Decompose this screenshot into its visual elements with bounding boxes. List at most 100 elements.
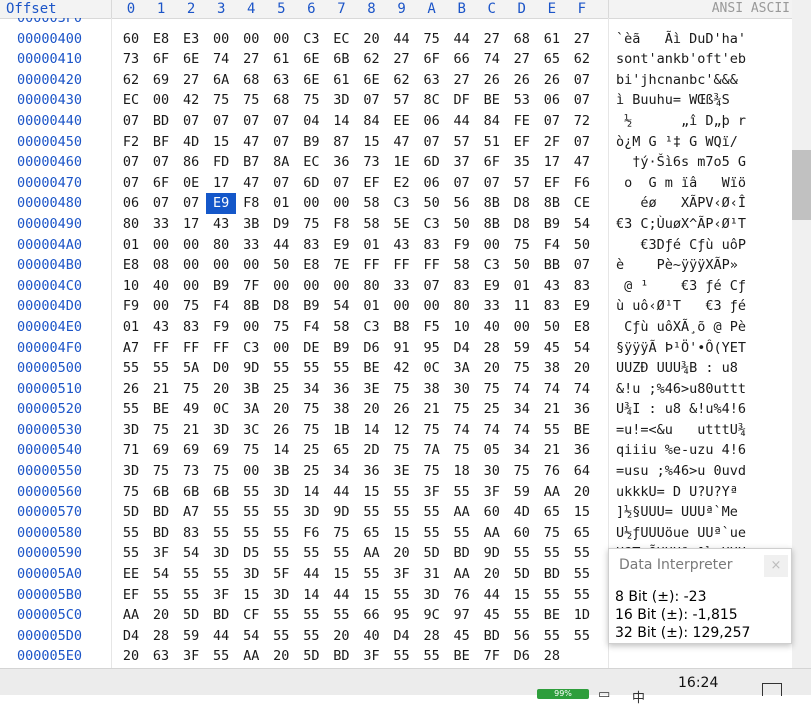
hex-byte[interactable]: 3B bbox=[236, 379, 266, 400]
hex-byte[interactable]: 3E bbox=[387, 461, 417, 482]
hex-byte[interactable]: 6B bbox=[326, 49, 356, 70]
hex-byte[interactable]: 04 bbox=[296, 111, 326, 132]
hex-byte[interactable]: 75 bbox=[417, 420, 447, 441]
hex-byte[interactable]: 80 bbox=[356, 276, 386, 297]
hex-byte[interactable]: 01 bbox=[266, 193, 296, 214]
hex-byte[interactable]: FF bbox=[176, 338, 206, 359]
hex-byte[interactable]: 00 bbox=[146, 90, 176, 111]
hex-byte[interactable]: 75 bbox=[176, 379, 206, 400]
hex-byte[interactable]: 8B bbox=[236, 296, 266, 317]
hex-byte[interactable]: 6F bbox=[146, 49, 176, 70]
hex-byte[interactable]: 36 bbox=[356, 461, 386, 482]
hex-byte[interactable]: 55 bbox=[567, 626, 597, 647]
hex-byte[interactable]: 3B bbox=[236, 214, 266, 235]
hex-byte[interactable]: F9 bbox=[206, 317, 236, 338]
hex-byte[interactable]: 55 bbox=[387, 585, 417, 606]
hex-byte[interactable]: 5D bbox=[176, 605, 206, 626]
hex-byte[interactable]: 20 bbox=[567, 482, 597, 503]
hex-byte[interactable]: 75 bbox=[146, 420, 176, 441]
hex-byte[interactable]: 62 bbox=[387, 70, 417, 91]
hex-byte[interactable]: 6B bbox=[176, 482, 206, 503]
hex-byte[interactable]: 55 bbox=[116, 358, 146, 379]
hex-byte[interactable]: FF bbox=[356, 255, 386, 276]
hex-byte[interactable]: 80 bbox=[206, 235, 236, 256]
hex-byte[interactable]: 3F bbox=[387, 564, 417, 585]
hex-byte[interactable]: 75 bbox=[176, 296, 206, 317]
hex-byte[interactable]: C3 bbox=[417, 214, 447, 235]
hex-byte[interactable]: 55 bbox=[296, 358, 326, 379]
ansi-text[interactable]: U¾I : u8 &!u%4!6 bbox=[616, 399, 746, 420]
hex-byte[interactable]: 7E bbox=[326, 255, 356, 276]
hex-byte[interactable]: 44 bbox=[296, 564, 326, 585]
hex-byte[interactable]: 95 bbox=[387, 605, 417, 626]
hex-byte[interactable]: 20 bbox=[477, 358, 507, 379]
hex-byte[interactable]: 20 bbox=[356, 29, 386, 50]
hex-byte[interactable]: EF bbox=[537, 173, 567, 194]
hex-byte[interactable]: D6 bbox=[356, 338, 386, 359]
hex-byte[interactable]: 84 bbox=[356, 111, 386, 132]
hex-byte[interactable]: 83 bbox=[447, 276, 477, 297]
hex-byte[interactable]: 55 bbox=[266, 543, 296, 564]
hex-byte[interactable]: 07 bbox=[146, 152, 176, 173]
hex-byte[interactable]: 38 bbox=[326, 399, 356, 420]
hex-byte[interactable]: 28 bbox=[146, 626, 176, 647]
hex-byte[interactable]: 05 bbox=[477, 440, 507, 461]
hex-byte[interactable]: 0C bbox=[417, 358, 447, 379]
hex-byte[interactable]: 20 bbox=[146, 605, 176, 626]
hex-byte[interactable]: 55 bbox=[567, 585, 597, 606]
hex-byte[interactable]: E2 bbox=[387, 173, 417, 194]
hex-byte[interactable]: 86 bbox=[176, 152, 206, 173]
hex-byte[interactable]: 21 bbox=[146, 379, 176, 400]
hex-byte[interactable]: EF bbox=[116, 585, 146, 606]
hex-byte[interactable]: B9 bbox=[296, 132, 326, 153]
ansi-text[interactable]: ù uô‹Ø¹T €3 ƒé bbox=[616, 296, 746, 317]
hex-byte[interactable]: 5D bbox=[507, 564, 537, 585]
ansi-text[interactable]: =usu ;%46>u 0uvd bbox=[616, 461, 746, 482]
hex-byte[interactable]: F4 bbox=[296, 317, 326, 338]
hex-byte[interactable]: 74 bbox=[537, 379, 567, 400]
hex-byte[interactable]: 08 bbox=[146, 255, 176, 276]
hex-byte[interactable]: 55 bbox=[206, 502, 236, 523]
hex-byte[interactable]: 07 bbox=[206, 111, 236, 132]
hex-byte[interactable]: 47 bbox=[236, 132, 266, 153]
hex-byte[interactable]: 44 bbox=[206, 626, 236, 647]
hex-byte[interactable]: BD bbox=[477, 626, 507, 647]
hex-byte[interactable]: 6E bbox=[356, 70, 386, 91]
hex-byte[interactable]: 58 bbox=[356, 214, 386, 235]
hex-byte[interactable]: 8B bbox=[537, 193, 567, 214]
clock[interactable]: 16:24 bbox=[678, 675, 718, 691]
hex-byte[interactable]: 55 bbox=[387, 502, 417, 523]
hex-byte[interactable]: 68 bbox=[507, 29, 537, 50]
hex-byte[interactable]: 53 bbox=[507, 90, 537, 111]
hex-byte[interactable]: E9 bbox=[477, 276, 507, 297]
ansi-text[interactable]: éø XÃPV‹Ø‹Î bbox=[616, 193, 746, 214]
hex-byte[interactable]: 65 bbox=[537, 49, 567, 70]
hex-byte[interactable]: 55 bbox=[206, 523, 236, 544]
hex-byte[interactable]: 55 bbox=[146, 358, 176, 379]
hex-byte[interactable]: 45 bbox=[537, 338, 567, 359]
hex-byte[interactable]: C3 bbox=[356, 317, 386, 338]
hex-byte[interactable]: BE bbox=[146, 399, 176, 420]
hex-byte[interactable]: 55 bbox=[236, 502, 266, 523]
hex-byte[interactable]: 75 bbox=[326, 523, 356, 544]
hex-byte[interactable]: 20 bbox=[206, 379, 236, 400]
ansi-text[interactable]: ukkkU= D U?U?Yª bbox=[616, 482, 746, 503]
hex-byte[interactable]: 06 bbox=[417, 173, 447, 194]
hex-byte[interactable]: 3A bbox=[236, 399, 266, 420]
hex-byte[interactable]: 55 bbox=[387, 646, 417, 667]
hex-byte[interactable]: 66 bbox=[356, 605, 386, 626]
ansi-text[interactable]: §ÿÿÿÃ Þ¹Ö'•Ô(YET bbox=[616, 338, 746, 359]
hex-byte[interactable]: 3D bbox=[326, 90, 356, 111]
hex-byte[interactable]: BE bbox=[477, 90, 507, 111]
hex-byte[interactable]: 7A bbox=[417, 440, 447, 461]
hex-byte[interactable]: 00 bbox=[326, 193, 356, 214]
hex-byte[interactable]: 50 bbox=[567, 235, 597, 256]
hex-byte[interactable]: 07 bbox=[236, 111, 266, 132]
hex-byte[interactable]: 00 bbox=[236, 317, 266, 338]
hex-byte[interactable]: 3D bbox=[206, 420, 236, 441]
hex-byte[interactable]: 36 bbox=[326, 379, 356, 400]
hex-byte[interactable]: 44 bbox=[326, 585, 356, 606]
hex-byte[interactable]: 01 bbox=[116, 235, 146, 256]
hex-byte[interactable]: 69 bbox=[176, 440, 206, 461]
hex-byte[interactable]: 55 bbox=[356, 502, 386, 523]
